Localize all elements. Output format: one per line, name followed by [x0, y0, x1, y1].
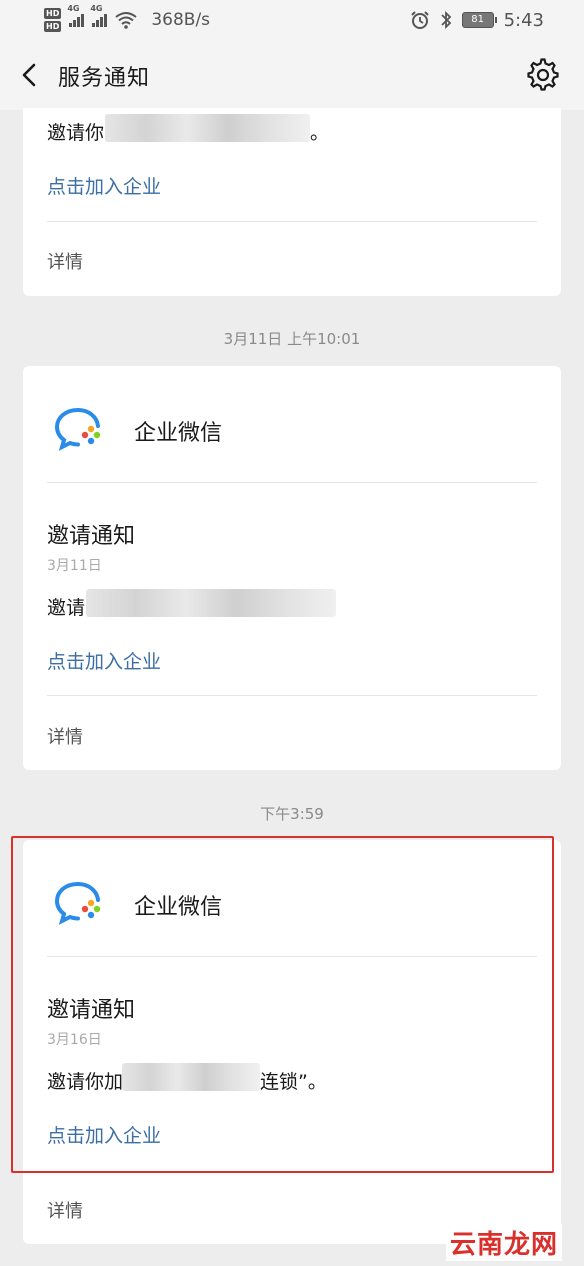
- notification-body: 邀请你: [47, 122, 105, 144]
- notification-date: 3月11日: [47, 558, 102, 574]
- details-link[interactable]: 详情: [47, 1197, 83, 1223]
- battery-icon: 81: [461, 12, 497, 28]
- highlight-box: [11, 836, 554, 1173]
- notification-card: 企业微信 邀请通知 3月11日 邀请 点击加入企业 详情: [23, 366, 561, 770]
- sender-name: 企业微信: [134, 421, 223, 446]
- notification-card: 邀请你 。 点击加入企业 详情: [23, 108, 561, 296]
- hd-badge: HD: [44, 8, 62, 19]
- title-bar: 服务通知: [0, 40, 584, 110]
- network-label: 4G: [90, 4, 103, 13]
- watermark-logo: 云南龙网: [446, 1224, 563, 1261]
- redacted-text: [86, 589, 336, 617]
- hd-badge: HD: [44, 21, 62, 32]
- status-right: 81 5:43: [410, 4, 544, 36]
- gear-icon[interactable]: [526, 58, 560, 92]
- signal-icon: 4G: [90, 4, 108, 27]
- signal-icon: 4G: [67, 4, 85, 27]
- status-left: HD HD 4G 4G 368B/s: [44, 4, 210, 36]
- redacted-text: [105, 114, 310, 142]
- notification-body: 邀请: [47, 597, 86, 619]
- divider: [47, 482, 537, 483]
- join-enterprise-link[interactable]: 点击加入企业: [47, 172, 161, 199]
- details-link[interactable]: 详情: [47, 723, 83, 749]
- battery-level: 81: [471, 14, 484, 25]
- divider: [47, 695, 537, 696]
- network-speed: 368B/s: [151, 10, 211, 30]
- wecom-logo-icon: [54, 408, 101, 451]
- status-bar: HD HD 4G 4G 368B/s 81 5:43: [0, 0, 584, 40]
- message-timestamp: 3月11日 上午10:01: [223, 330, 361, 348]
- notification-body-suffix: 。: [310, 122, 330, 144]
- wifi-icon: [115, 12, 137, 29]
- network-label: 4G: [67, 4, 80, 13]
- bluetooth-icon: [440, 10, 451, 30]
- alarm-icon: [410, 11, 429, 29]
- join-enterprise-link[interactable]: 点击加入企业: [47, 647, 161, 674]
- hd-indicators: HD HD: [44, 8, 62, 32]
- message-timestamp: 下午3:59: [260, 805, 324, 823]
- page-title: 服务通知: [58, 66, 151, 91]
- notification-title: 邀请通知: [47, 524, 136, 549]
- divider: [47, 221, 537, 222]
- back-arrow-icon[interactable]: [14, 58, 46, 92]
- clock: 5:43: [503, 9, 544, 31]
- details-link[interactable]: 详情: [47, 248, 83, 274]
